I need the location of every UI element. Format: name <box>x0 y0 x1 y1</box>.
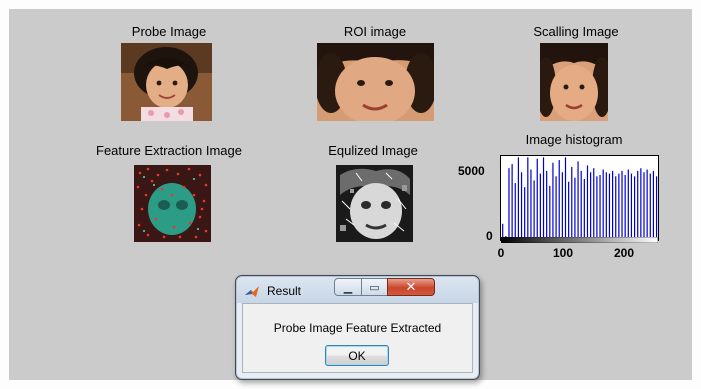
histogram-bar <box>549 185 551 240</box>
histogram-bar <box>511 164 513 240</box>
histogram-bar <box>527 157 529 240</box>
histogram-bar <box>583 179 585 240</box>
histogram-bar <box>605 172 607 240</box>
histogram-bar <box>571 166 573 240</box>
histogram-bar <box>539 173 541 240</box>
ok-button[interactable]: OK <box>325 345 389 366</box>
histogram-bar <box>602 169 604 240</box>
minimize-button[interactable]: ▁ <box>334 278 362 296</box>
histogram-bar <box>649 173 651 240</box>
histogram-bar <box>555 176 557 240</box>
histogram-bar <box>552 162 554 240</box>
histogram-bar <box>514 183 516 240</box>
histogram-bar <box>508 168 510 240</box>
probe-image-caption: Probe Image <box>131 24 207 39</box>
histogram-bar <box>542 157 545 240</box>
feature-extraction-image <box>134 165 211 242</box>
histogram-bar <box>637 170 639 240</box>
histogram-bar <box>530 169 532 240</box>
histogram-bar <box>593 168 595 240</box>
feature-extraction-image-caption: Feature Extraction Image <box>96 143 242 158</box>
histogram-bar <box>596 176 598 240</box>
histogram-colorbar <box>501 237 658 243</box>
histogram-title: Image histogram <box>525 132 623 147</box>
histogram-bar <box>643 172 645 240</box>
histogram-xtick-0: 0 <box>497 246 505 260</box>
histogram-bar <box>621 170 623 240</box>
histogram-bar <box>577 161 579 240</box>
histogram-axes <box>500 155 659 241</box>
roi-image <box>317 43 434 121</box>
histogram-bar <box>564 157 567 240</box>
probe-image <box>121 43 212 121</box>
histogram-bar <box>640 168 642 240</box>
dialog-body: Probe Image Feature Extracted OK <box>242 303 473 373</box>
histogram-bar <box>586 165 589 240</box>
scaling-image-caption: Scalling Image <box>533 24 619 39</box>
dialog-message: Probe Image Feature Extracted <box>273 321 442 335</box>
histogram-bar <box>574 177 576 240</box>
histogram-bar <box>630 173 633 240</box>
histogram-plot <box>502 157 658 240</box>
histogram-bar <box>590 172 592 240</box>
histogram-bar <box>618 173 620 240</box>
histogram-bar <box>615 176 617 240</box>
histogram-bar <box>646 169 648 240</box>
histogram-bar <box>561 172 563 240</box>
result-dialog: Result ▁ ▭ ✕ Probe Image Feature Extract… <box>235 275 480 380</box>
close-button[interactable]: ✕ <box>387 278 435 296</box>
histogram-bar <box>520 172 523 240</box>
histogram-bar <box>612 170 614 240</box>
histogram-bar <box>608 173 611 240</box>
histogram-bar <box>558 160 560 240</box>
histogram-bar <box>524 187 526 240</box>
equalized-image-caption: Equlized Image <box>328 143 418 158</box>
histogram-bar <box>652 170 655 240</box>
histogram-bar <box>546 170 548 240</box>
histogram-bar <box>568 181 570 240</box>
histogram-bar <box>624 174 626 240</box>
dialog-titlebar[interactable]: Result ▁ ▭ ✕ <box>237 277 478 303</box>
histogram-bar <box>633 176 636 240</box>
histogram-xtick-100: 100 <box>552 246 574 260</box>
close-icon: ✕ <box>405 279 417 294</box>
histogram-ytick-5000: 5000 <box>458 164 485 178</box>
histogram-bar <box>536 158 538 240</box>
histogram-ytick-0: 0 <box>486 229 493 243</box>
histogram-bar <box>655 176 658 240</box>
histogram-bar <box>533 180 535 240</box>
histogram-bar <box>517 157 519 240</box>
histogram-xtick-200: 200 <box>613 246 635 260</box>
scaling-image <box>540 43 608 121</box>
roi-image-caption: ROI image <box>343 24 407 39</box>
maximize-button[interactable]: ▭ <box>361 278 388 296</box>
equalized-image <box>336 165 413 242</box>
dialog-title: Result <box>267 284 302 298</box>
histogram-bar <box>599 174 601 240</box>
matlab-icon <box>245 286 259 297</box>
histogram-bar <box>580 170 582 240</box>
histogram-bar <box>627 169 629 240</box>
